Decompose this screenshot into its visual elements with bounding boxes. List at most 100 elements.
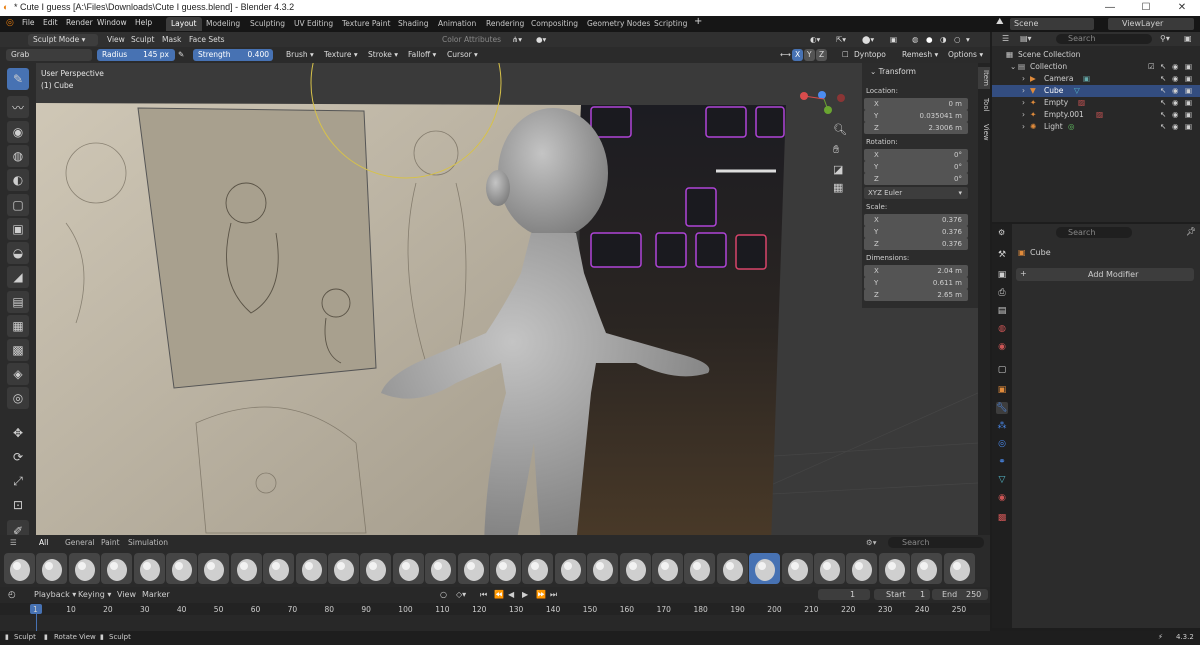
particles-props-icon[interactable]: ⁂ [996,420,1008,432]
timeline-editor-icon[interactable]: ◴ [8,590,16,600]
brush-thumbnail[interactable] [198,553,230,584]
mask-by-color-tool-icon[interactable]: ◎ [7,387,29,409]
outliner-item-empty-001[interactable]: › ✦ Empty.001 ▨ ↖ ◉ ▣ [992,109,1200,121]
data-props-icon[interactable]: ▽ [996,474,1008,486]
falloff-menu[interactable]: Falloff ▾ [408,49,436,61]
menu-window[interactable]: Window [97,18,127,27]
menu-face-sets[interactable]: Face Sets [189,34,225,46]
color-filter-tool-icon[interactable]: ▩ [7,339,29,361]
display-mode-icon[interactable]: ▤▾ [1020,34,1032,43]
brush-thumbnail[interactable] [4,553,35,584]
symmetry-z-button[interactable]: Z [816,49,828,61]
camera-render-icon[interactable]: ▣ [1185,61,1192,73]
menu-sculpt[interactable]: Sculpt [131,34,154,46]
outliner-item-empty[interactable]: › ✦ Empty ▨ ↖ ◉ ▣ [992,97,1200,109]
view-layer-selector[interactable]: ViewLayer [1108,18,1194,30]
line-project-tool-icon[interactable]: ◢ [7,266,29,288]
box-mask-tool-icon[interactable]: ▢ [7,194,29,216]
texture-props-icon[interactable]: ▩ [996,512,1008,524]
dyntopo-label[interactable]: Dyntopo [854,49,886,61]
current-frame-field[interactable]: 1 [818,589,870,600]
brush-thumbnail[interactable] [749,553,781,584]
camera-view-icon[interactable]: ◪ [833,163,843,176]
constraints-props-icon[interactable]: ⚭ [996,456,1008,468]
options-menu[interactable]: Options ▾ [948,49,983,61]
select-icon[interactable]: ↖ [1160,73,1166,85]
visibility-icon[interactable]: ◐▾ [810,34,820,46]
marker-menu[interactable]: Marker [142,590,170,599]
physics-props-icon[interactable]: ◎ [996,438,1008,450]
menu-render[interactable]: Render [66,18,93,27]
world-props-icon[interactable]: ◉ [996,341,1008,353]
symmetry-x-button[interactable]: X [792,49,804,61]
keyframe-icon[interactable]: ◇▾ [456,590,466,599]
tab-rendering[interactable]: Rendering [481,17,529,31]
brush-thumbnail[interactable] [36,553,68,584]
brush-thumbnail[interactable] [878,553,910,584]
tab-shading[interactable]: Shading [393,17,433,31]
scale-z-field[interactable]: Z 0.376 [864,238,968,250]
brush-thumbnail[interactable] [943,553,975,584]
eye-icon[interactable]: ◉ [1172,97,1179,109]
menu-help[interactable]: Help [135,18,152,27]
collection-props-icon[interactable]: ▢ [996,364,1008,376]
eye-icon[interactable]: ◉ [1172,61,1179,73]
radius-pressure-icon[interactable]: ✎ [178,49,184,61]
shading-material-icon[interactable]: ◑ [940,34,947,46]
outliner-item-light[interactable]: › ✺ Light ◎ ↖ ◉ ▣ [992,121,1200,133]
brush-menu[interactable]: Brush ▾ [286,49,314,61]
tab-tool[interactable]: Tool [978,95,990,115]
camera-render-icon[interactable]: ▣ [1185,85,1192,97]
eye-icon[interactable]: ◉ [1172,109,1179,121]
shelf-menu-icon[interactable]: ☰ [10,538,17,547]
texture-menu[interactable]: Texture ▾ [324,49,358,61]
brush-thumbnail[interactable] [295,553,327,584]
brush-thumbnail[interactable] [133,553,165,584]
select-icon[interactable]: ↖ [1160,121,1166,133]
brush-thumbnail[interactable] [911,553,943,584]
timeline-view-menu[interactable]: View [117,590,136,599]
dimensions-x-field[interactable]: X 2.04 m [864,265,968,277]
mesh-filter-tool-icon[interactable]: ▤ [7,291,29,313]
rotate-tool-icon[interactable]: ⟳ [7,446,29,468]
brush-thumbnail[interactable] [587,553,619,584]
pan-hand-icon[interactable]: ✋︎ [833,143,839,157]
shelf-tab-simulation[interactable]: Simulation [128,538,168,547]
brush-thumbnail[interactable] [619,553,651,584]
ortho-toggle-icon[interactable]: ▦ [833,181,843,194]
brush-thumbnail[interactable] [554,553,586,584]
3d-viewport[interactable]: User Perspective (1) Cube 🔍︎ ✋︎ ◪ ▦ [36,63,978,545]
shading-solid-icon[interactable]: ● [926,34,933,46]
properties-search-input[interactable]: Search [1056,227,1132,238]
brush-thumbnail[interactable] [392,553,424,584]
menu-mask[interactable]: Mask [162,34,181,46]
cursor-menu[interactable]: Cursor ▾ [447,49,478,61]
view-layer-props-icon[interactable]: ▤ [996,305,1008,317]
draw-sharp-tool-icon[interactable]: 〰 [7,96,29,118]
shading-wireframe-icon[interactable]: ◍ [912,34,919,46]
brush-thumbnail[interactable] [328,553,359,584]
new-collection-icon[interactable]: ▣ [1184,34,1192,43]
tab-uv-editing[interactable]: UV Editing [289,17,338,31]
transform-tool-icon[interactable]: ⊡ [7,494,29,516]
tab-layout[interactable]: Layout [166,17,202,31]
rotation-z-field[interactable]: Z 0° [864,173,968,185]
eye-icon[interactable]: ◉ [1172,85,1179,97]
menu-view[interactable]: View [107,34,125,46]
location-x-field[interactable]: X 0 m [864,98,968,110]
mode-selector[interactable]: Sculpt Mode ▾ [28,34,98,46]
rotation-y-field[interactable]: Y 0° [864,161,968,173]
brush-thumbnail[interactable] [230,553,262,584]
select-icon[interactable]: ↖ [1160,85,1166,97]
scale-y-field[interactable]: Y 0.376 [864,226,968,238]
shelf-tab-general[interactable]: General [65,538,95,547]
object-props-icon[interactable]: ▣ [996,384,1008,396]
checkbox-icon[interactable]: ☑ [1148,61,1155,73]
snap-icon[interactable]: ⋔▾ [512,34,522,46]
brush-thumbnail[interactable] [781,553,813,584]
tab-scripting[interactable]: Scripting [649,17,692,31]
location-y-field[interactable]: Y 0.035041 m [864,110,968,122]
dimensions-y-field[interactable]: Y 0.611 m [864,277,968,289]
outliner-item-camera[interactable]: › ▶ Camera ▣ ↖ ◉ ▣ [992,73,1200,85]
modifier-props-icon[interactable]: 🔧︎ [996,402,1008,414]
